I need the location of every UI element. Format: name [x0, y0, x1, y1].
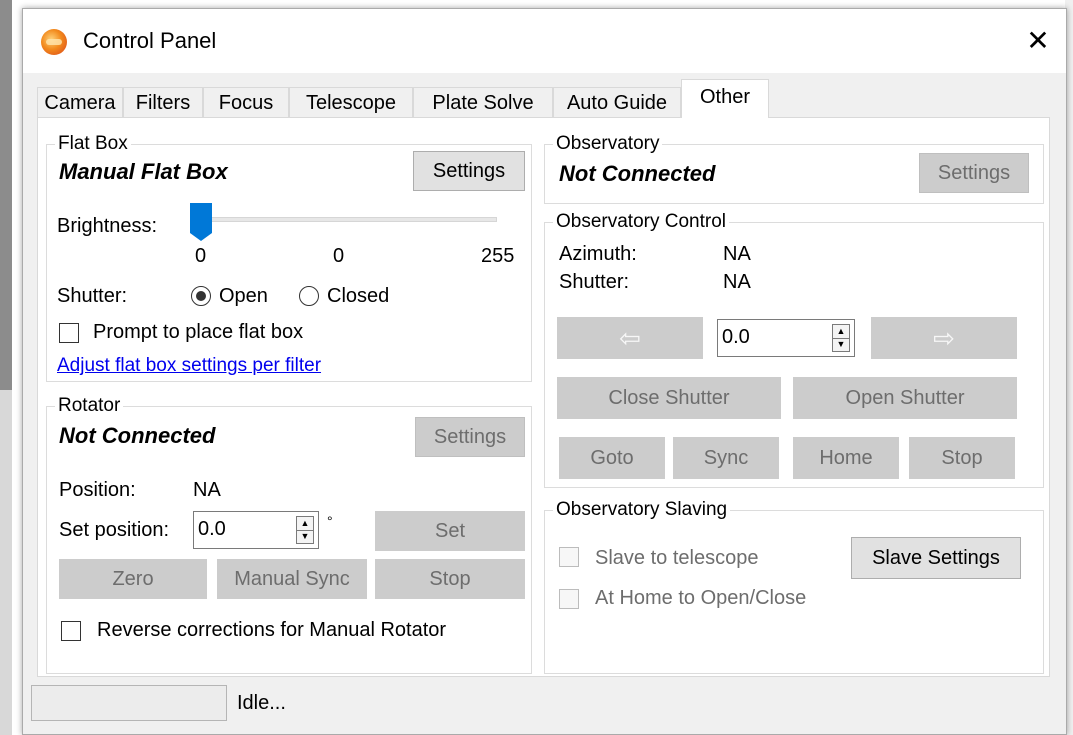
observatory-step-stepper[interactable]: 0.0 ▲ ▼: [717, 319, 855, 357]
tab-filters[interactable]: Filters: [123, 87, 203, 117]
close-shutter-button[interactable]: Close Shutter: [557, 377, 781, 419]
brightness-max-label: 255: [481, 245, 515, 267]
prompt-flat-box-label[interactable]: Prompt to place flat box: [93, 321, 303, 344]
tab-plate-solve[interactable]: Plate Solve: [413, 87, 553, 117]
goto-button[interactable]: Goto: [559, 437, 665, 479]
open-shutter-button[interactable]: Open Shutter: [793, 377, 1017, 419]
azimuth-label: Azimuth:: [559, 243, 637, 265]
flat-box-device-name: Manual Flat Box: [59, 159, 228, 184]
adjust-flat-box-link[interactable]: Adjust flat box settings per filter: [57, 355, 321, 377]
left-arrow-icon: ⇦: [619, 322, 641, 353]
manual-sync-button[interactable]: Manual Sync: [217, 559, 367, 599]
rotator-zero-button[interactable]: Zero: [59, 559, 207, 599]
shutter-closed-radio[interactable]: [299, 286, 319, 306]
brightness-min-label: 0: [195, 245, 207, 267]
observatory-shutter-label: Shutter:: [559, 271, 630, 293]
brightness-value-label: 0: [333, 245, 345, 267]
rotator-status: Not Connected: [59, 423, 216, 448]
app-logo-icon: [41, 29, 67, 55]
observatory-status: Not Connected: [559, 161, 716, 186]
rotator-position-value: NA: [193, 479, 221, 501]
rotator-group-title: Rotator: [55, 395, 124, 417]
rotator-set-button[interactable]: Set: [375, 511, 525, 551]
tab-other[interactable]: Other: [681, 79, 769, 118]
observatory-control-group-title: Observatory Control: [553, 211, 730, 233]
set-position-value[interactable]: 0.0: [198, 518, 226, 541]
spin-up-icon[interactable]: ▲: [833, 325, 849, 339]
home-open-close-label[interactable]: At Home to Open/Close: [595, 587, 806, 610]
observatory-shutter-value: NA: [723, 271, 751, 293]
shutter-open-label[interactable]: Open: [219, 285, 268, 308]
rotator-stop-button[interactable]: Stop: [375, 559, 525, 599]
right-arrow-icon: ⇨: [933, 322, 955, 353]
prompt-flat-box-checkbox[interactable]: [59, 323, 79, 343]
tab-telescope[interactable]: Telescope: [289, 87, 413, 117]
home-button[interactable]: Home: [793, 437, 899, 479]
set-position-label: Set position:: [59, 519, 170, 541]
shutter-closed-label[interactable]: Closed: [327, 285, 389, 308]
flat-box-group-title: Flat Box: [55, 133, 131, 155]
degree-symbol: °: [327, 513, 333, 529]
observatory-control-group: Observatory Control Azimuth: NA Shutter:…: [544, 211, 1044, 488]
tab-auto-guide[interactable]: Auto Guide: [553, 87, 681, 117]
rotate-left-button[interactable]: ⇦: [557, 317, 703, 359]
control-panel-window: Control Panel ✕ Camera Filters Focus Tel…: [22, 8, 1067, 735]
shutter-open-radio[interactable]: [191, 286, 211, 306]
tab-focus[interactable]: Focus: [203, 87, 289, 117]
status-text: Idle...: [237, 692, 286, 714]
slave-to-telescope-checkbox[interactable]: [559, 547, 579, 567]
sync-button[interactable]: Sync: [673, 437, 779, 479]
brightness-slider-thumb[interactable]: [190, 203, 212, 241]
flat-box-group: Flat Box Manual Flat Box Settings Bright…: [46, 133, 532, 382]
observatory-stop-button[interactable]: Stop: [909, 437, 1015, 479]
brightness-label: Brightness:: [57, 215, 158, 237]
reverse-corrections-checkbox[interactable]: [61, 621, 81, 641]
spin-up-icon[interactable]: ▲: [297, 517, 313, 531]
window-title: Control Panel: [83, 28, 217, 53]
rotator-group: Rotator Not Connected Settings Position:…: [46, 395, 532, 674]
observatory-slaving-group-title: Observatory Slaving: [553, 499, 731, 521]
close-button[interactable]: ✕: [1018, 21, 1058, 61]
title-bar[interactable]: Control Panel ✕: [23, 9, 1066, 73]
reverse-corrections-label[interactable]: Reverse corrections for Manual Rotator: [97, 619, 446, 642]
observatory-step-spin-buttons[interactable]: ▲ ▼: [832, 324, 850, 352]
background-app-left-lower: [0, 390, 12, 735]
rotator-position-label: Position:: [59, 479, 136, 501]
flat-box-settings-button[interactable]: Settings: [413, 151, 525, 191]
observatory-group: Observatory Not Connected Settings: [544, 133, 1044, 204]
home-open-close-checkbox[interactable]: [559, 589, 579, 609]
rotate-right-button[interactable]: ⇨: [871, 317, 1017, 359]
set-position-stepper[interactable]: 0.0 ▲ ▼: [193, 511, 319, 549]
observatory-group-title: Observatory: [553, 133, 663, 155]
slave-settings-button[interactable]: Slave Settings: [851, 537, 1021, 579]
observatory-step-value[interactable]: 0.0: [722, 326, 750, 349]
status-bar: Idle...: [23, 677, 1066, 734]
slave-to-telescope-label[interactable]: Slave to telescope: [595, 547, 758, 570]
rotator-settings-button[interactable]: Settings: [415, 417, 525, 457]
spin-down-icon[interactable]: ▼: [833, 338, 849, 351]
status-progress-field: [31, 685, 227, 721]
brightness-slider-track[interactable]: [197, 217, 497, 222]
observatory-slaving-group: Observatory Slaving Slave to telescope A…: [544, 499, 1044, 674]
observatory-settings-button[interactable]: Settings: [919, 153, 1029, 193]
azimuth-value: NA: [723, 243, 751, 265]
tab-page-other: Flat Box Manual Flat Box Settings Bright…: [37, 117, 1050, 677]
tab-camera[interactable]: Camera: [37, 87, 123, 117]
spin-down-icon[interactable]: ▼: [297, 530, 313, 543]
set-position-spin-buttons[interactable]: ▲ ▼: [296, 516, 314, 544]
flat-box-shutter-label: Shutter:: [57, 285, 128, 307]
